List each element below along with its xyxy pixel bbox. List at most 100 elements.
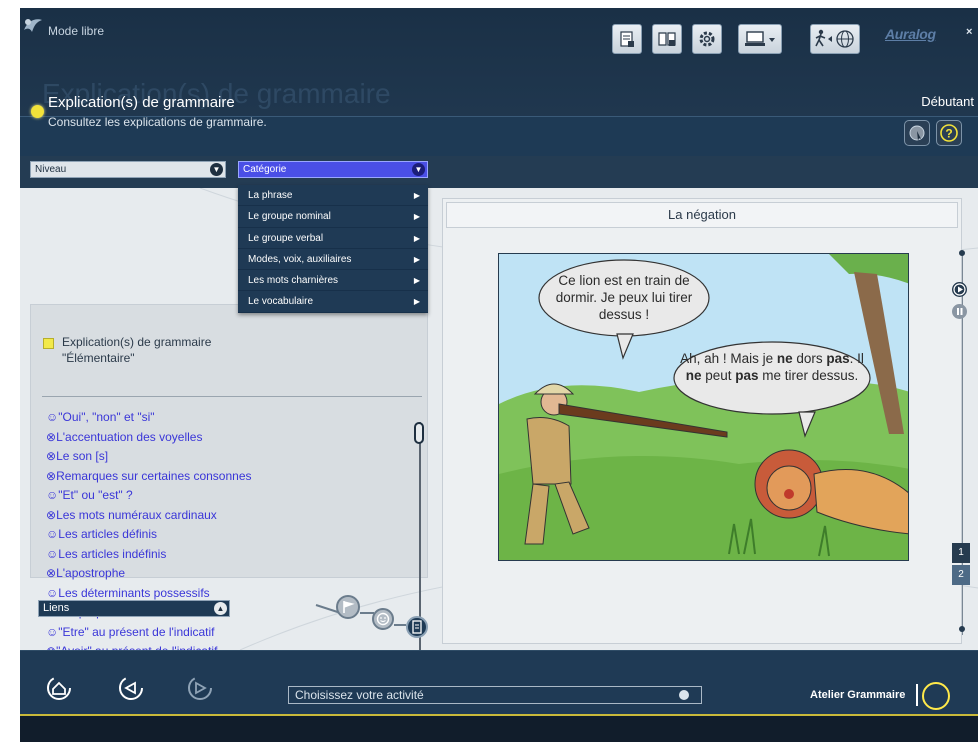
speech-bubble-lion: Ah, ah ! Mais je ne dors pas. Il ne peut… xyxy=(680,351,864,383)
pause-button[interactable] xyxy=(952,304,967,319)
list-item-label: L'accentuation des voyelles xyxy=(56,429,203,444)
bird-logo-icon xyxy=(24,19,42,32)
notes-button[interactable] xyxy=(612,24,642,54)
lesson-title: La négation xyxy=(446,202,958,228)
links-select[interactable]: Liens ▲ xyxy=(38,600,230,617)
category-menu-item[interactable]: La phrase ▶ xyxy=(238,185,428,207)
cross-circle-icon: ⊗ xyxy=(46,507,57,522)
section-square-icon xyxy=(43,338,54,349)
track-end-dot xyxy=(959,626,965,632)
list-item[interactable]: ☺"Oui", "non" et "si" xyxy=(46,408,306,428)
chevron-up-icon: ▲ xyxy=(214,602,227,615)
scrollbar-thumb[interactable] xyxy=(414,422,424,444)
divider xyxy=(42,396,422,397)
list-header: Explication(s) de grammaire "Élémentaire… xyxy=(62,335,212,365)
smiley-icon xyxy=(376,612,390,626)
left-panel: Explication(s) de grammaire "Élémentaire… xyxy=(30,304,428,678)
play-icon xyxy=(953,283,966,296)
categorie-select[interactable]: Catégorie ▼ xyxy=(238,161,428,178)
level-label: Débutant xyxy=(921,94,974,109)
right-panel: La négation Ce lion est en train de dorm… xyxy=(442,198,962,644)
chevron-right-icon: ▶ xyxy=(413,254,420,264)
smiley-icon: ☺ xyxy=(46,624,59,639)
footer-strip xyxy=(20,716,978,742)
category-menu-item[interactable]: Les mots charnières ▶ xyxy=(238,270,428,292)
niveau-select[interactable]: Niveau ▼ xyxy=(30,161,226,178)
back-icon[interactable] xyxy=(116,673,146,703)
cross-circle-icon: ⊗ xyxy=(46,449,57,463)
page-subtitle: Consultez les explications de grammaire. xyxy=(48,115,267,129)
list-item[interactable]: ☺Les articles définis xyxy=(46,525,306,545)
computer-menu-button[interactable] xyxy=(738,24,782,54)
flag-icon xyxy=(343,601,355,613)
chevron-right-icon: ▶ xyxy=(413,212,420,222)
computer-icon xyxy=(745,31,775,46)
list-item-label: Le son [s] xyxy=(56,449,109,463)
atelier-separator xyxy=(916,684,918,706)
svg-text:?: ? xyxy=(945,127,952,141)
list-item[interactable]: ⊗L'apostrophe xyxy=(46,564,306,584)
speech-bubble-hunter: Ce lion est en train de dormir. Je peux … xyxy=(555,273,693,322)
categorie-select-label: Catégorie xyxy=(243,164,287,175)
page-tab-2[interactable]: 2 xyxy=(952,565,970,585)
next-icon[interactable] xyxy=(185,673,215,703)
status-dot-icon xyxy=(31,105,44,118)
dictionary-button[interactable] xyxy=(652,24,682,54)
record-button[interactable] xyxy=(904,120,930,146)
smiley-icon: ☺ xyxy=(46,546,59,561)
chevron-right-icon: ▶ xyxy=(413,191,420,200)
chevron-right-icon: ▶ xyxy=(413,276,420,286)
niveau-select-label: Niveau xyxy=(35,164,67,175)
chevron-right-icon: ▶ xyxy=(413,233,420,243)
activity-dot-icon xyxy=(679,690,689,700)
navigation-button[interactable] xyxy=(810,24,860,54)
list-item[interactable]: ⊗Remarques sur certaines consonnes xyxy=(46,467,306,487)
comic-illustration: Ce lion est en train de dormir. Je peux … xyxy=(498,253,909,561)
list-item[interactable]: ⊗L'accentuation des voyelles xyxy=(46,428,306,448)
walker-globe-icon xyxy=(815,29,854,48)
atelier-button[interactable] xyxy=(922,682,950,710)
cross-circle-icon: ⊗ xyxy=(46,468,57,483)
notepad-icon xyxy=(620,31,634,47)
close-icon[interactable]: × xyxy=(966,26,972,38)
list-item[interactable]: ⊗Les mots numéraux cardinaux xyxy=(46,506,306,526)
activity-select[interactable]: Choisissez votre activité xyxy=(288,686,702,704)
list-item-label: Les articles définis xyxy=(58,527,157,541)
gear-icon xyxy=(699,31,715,47)
list-item-label: "Et" ou "est" ? xyxy=(58,488,133,502)
explanation-list: ☺"Oui", "non" et "si" ⊗L'accentuation des… xyxy=(46,408,306,681)
category-menu-item[interactable]: Le groupe nominal ▶ xyxy=(238,206,428,228)
chevron-down-icon: ▼ xyxy=(210,163,223,176)
app-window: Mode libre Auralog × Explication(s) de g… xyxy=(20,8,978,742)
category-dropdown: La phrase ▶ Le groupe nominal ▶ Le groupe … xyxy=(238,185,428,313)
chevron-right-icon: ▶ xyxy=(413,297,420,307)
list-item[interactable]: ☺"Etre" au présent de l'indicatif xyxy=(46,623,306,643)
brand-logo: Auralog xyxy=(885,26,936,42)
category-menu-item[interactable]: Modes, voix, auxiliaires ▶ xyxy=(238,249,428,271)
category-menu-item[interactable]: Le vocabulaire ▶ xyxy=(238,291,428,313)
chevron-down-icon: ▼ xyxy=(412,163,425,176)
page-title: Explication(s) de grammaire xyxy=(48,94,235,111)
document-node-icon[interactable] xyxy=(406,616,428,638)
settings-button[interactable] xyxy=(692,24,722,54)
smiley-node-icon[interactable] xyxy=(372,608,394,630)
smiley-icon: ☺ xyxy=(46,527,59,541)
list-item[interactable]: ☺"Et" ou "est" ? xyxy=(46,486,306,506)
play-button[interactable] xyxy=(952,282,967,297)
list-item[interactable]: ⊗Le son [s] xyxy=(46,447,306,467)
smiley-icon: ☺ xyxy=(46,585,59,600)
list-item-label: Les articles indéfinis xyxy=(58,546,167,561)
page-tab-1[interactable]: 1 xyxy=(952,543,970,563)
list-item-label: Remarques sur certaines consonnes xyxy=(56,468,252,483)
smiley-icon: ☺ xyxy=(46,488,59,502)
help-button[interactable]: ? xyxy=(936,120,962,146)
category-menu-item[interactable]: Le groupe verbal ▶ xyxy=(238,228,428,249)
record-cursor-icon xyxy=(909,125,925,141)
atelier-label: Atelier Grammaire xyxy=(810,689,906,701)
mode-label: Mode libre xyxy=(48,24,105,38)
list-item[interactable]: ☺Les articles indéfinis xyxy=(46,545,306,565)
home-icon[interactable] xyxy=(44,673,74,703)
cross-circle-icon: ⊗ xyxy=(46,566,57,580)
list-item-label: Les déterminants possessifs xyxy=(58,585,210,600)
flag-node-icon[interactable] xyxy=(336,595,360,619)
